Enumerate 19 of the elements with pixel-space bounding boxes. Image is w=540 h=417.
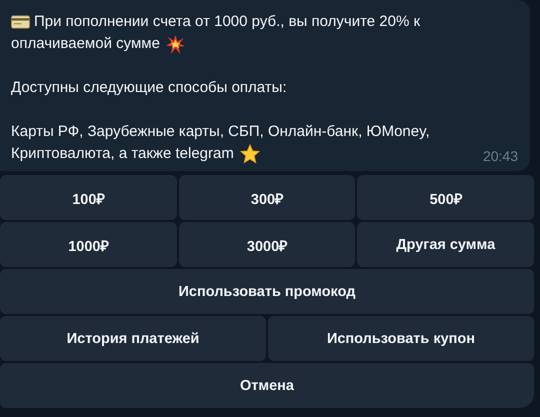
keyboard-button[interactable]: 1000₽ (0, 222, 177, 267)
message-text: оплачиваемой сумме (11, 34, 160, 54)
star-icon (240, 144, 260, 164)
keyboard-button[interactable]: 300₽ (178, 175, 356, 220)
keyboard-button[interactable]: Другая сумма (357, 222, 534, 267)
keyboard-button[interactable]: Отмена (0, 363, 534, 408)
message-text: Доступны следующие способы оплаты: (11, 78, 287, 98)
message-text: При пополнении счета от 1000 руб., вы получите 20% к (34, 12, 420, 32)
message-time: 20:43 (482, 147, 518, 165)
keyboard-button[interactable]: История платежей (0, 316, 266, 361)
keyboard-button[interactable]: 100₽ (0, 175, 177, 220)
keyboard-button[interactable]: Использовать купон (268, 316, 534, 361)
keyboard-button[interactable]: 3000₽ (178, 222, 356, 267)
credit-card-icon (11, 14, 30, 30)
collision-icon (166, 34, 185, 54)
keyboard-button[interactable]: 500₽ (357, 175, 534, 220)
keyboard-button[interactable]: Использовать промокод (0, 269, 534, 314)
message-text: Криптовалюта, а также telegram (11, 144, 234, 164)
message-text: Карты РФ, Зарубежные карты, СБП, Онлайн-банк, ЮMoney, (11, 122, 430, 142)
